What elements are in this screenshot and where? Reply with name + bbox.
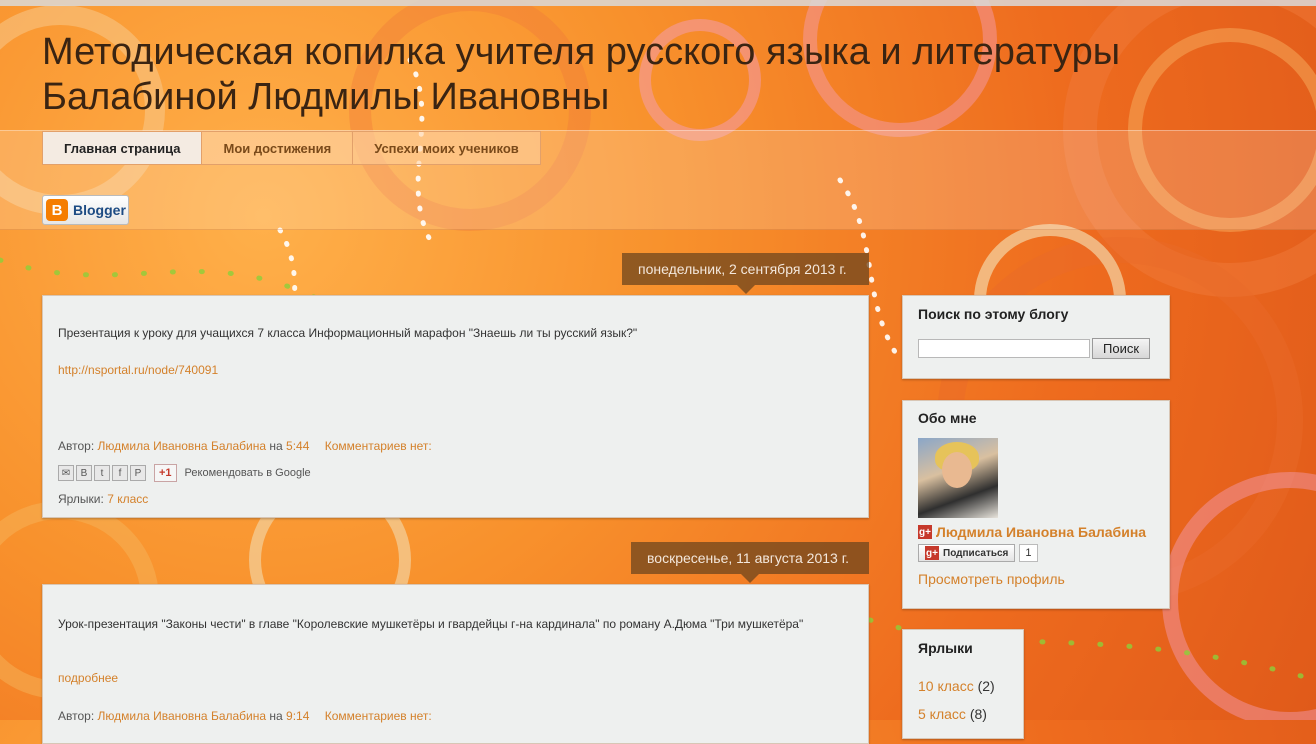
google-plus-icon: g+ bbox=[918, 525, 932, 539]
blog-post: Урок-презентация "Законы чести" в главе … bbox=[42, 584, 869, 744]
view-profile-link[interactable]: Просмотреть профиль bbox=[918, 571, 1065, 587]
author-prefix: Автор: bbox=[58, 439, 95, 453]
profile-name-link[interactable]: Людмила Ивановна Балабина bbox=[936, 524, 1146, 540]
post-body: Урок-презентация "Законы чести" в главе … bbox=[58, 617, 804, 631]
post-link[interactable]: http://nsportal.ru/node/740091 bbox=[58, 363, 218, 377]
subscribe-label: Подписаться bbox=[943, 547, 1009, 559]
time-prefix: на bbox=[269, 709, 283, 723]
subscribe-button[interactable]: g+ Подписаться bbox=[918, 544, 1016, 562]
post-time-link[interactable]: 5:44 bbox=[286, 439, 309, 453]
search-button[interactable]: Поиск bbox=[1092, 338, 1151, 359]
post-footer: Автор: Людмила Ивановна Балабина на 9:14… bbox=[58, 709, 432, 723]
email-icon[interactable]: ✉ bbox=[58, 465, 74, 481]
blogger-icon: B bbox=[46, 199, 68, 221]
blogger-icon[interactable]: B bbox=[76, 465, 92, 481]
profile-photo-face bbox=[942, 452, 972, 488]
about-me-widget: Обо мне g+ Людмила Ивановна Балабина g+ … bbox=[902, 400, 1170, 609]
blog-post: Презентация к уроку для учащихся 7 класс… bbox=[42, 295, 869, 518]
pinterest-icon[interactable]: P bbox=[130, 465, 146, 481]
blog-title-line1[interactable]: Методическая копилка учителя русского яз… bbox=[42, 31, 1120, 73]
author-prefix: Автор: bbox=[58, 709, 95, 723]
label-link[interactable]: 7 класс bbox=[107, 492, 148, 506]
blogger-badge[interactable]: B Blogger bbox=[42, 195, 129, 225]
blog-title-line2[interactable]: Балабиной Людмилы Ивановны bbox=[42, 76, 609, 118]
tab-home[interactable]: Главная страница bbox=[42, 131, 203, 165]
author-link[interactable]: Людмила Ивановна Балабина bbox=[98, 709, 267, 723]
about-widget-title: Обо мне bbox=[918, 410, 977, 426]
page-tabs: Главная страница Мои достижения Успехи м… bbox=[42, 131, 541, 165]
post-date-header: понедельник, 2 сентября 2013 г. bbox=[622, 253, 869, 294]
post-link[interactable]: подробнее bbox=[58, 671, 118, 685]
time-prefix: на bbox=[269, 439, 283, 453]
post-footer: Автор: Людмила Ивановна Балабина на 5:44… bbox=[58, 439, 432, 453]
gplus-subscribe: g+ Подписаться 1 bbox=[918, 544, 1154, 562]
label-count: (2) bbox=[977, 678, 995, 694]
post-labels: Ярлыки: 7 класс bbox=[58, 492, 148, 506]
search-widget: Поиск по этому блогу Поиск bbox=[902, 295, 1170, 379]
labels-widget-title: Ярлыки bbox=[918, 640, 973, 656]
search-form: Поиск bbox=[918, 338, 1154, 359]
post-date-header: воскресенье, 11 августа 2013 г. bbox=[631, 542, 869, 583]
profile-link-row: Просмотреть профиль bbox=[918, 571, 1154, 589]
recommend-text: Рекомендовать в Google bbox=[184, 467, 311, 479]
post-time-link[interactable]: 9:14 bbox=[286, 709, 309, 723]
post-body: Презентация к уроку для учащихся 7 класс… bbox=[58, 326, 638, 340]
post-date: воскресенье, 11 августа 2013 г. bbox=[647, 550, 849, 566]
label-item: 10 класс (2) bbox=[918, 678, 1008, 694]
blog-title[interactable]: Методическая копилка учителя русского яз… bbox=[42, 30, 1222, 120]
top-navbar-strip bbox=[0, 0, 1316, 6]
labels-prefix: Ярлыки: bbox=[58, 492, 104, 506]
subscriber-count: 1 bbox=[1019, 544, 1038, 562]
twitter-icon[interactable]: t bbox=[94, 465, 110, 481]
tab-student-success[interactable]: Успехи моих учеников bbox=[353, 131, 541, 165]
profile-name-row: g+ Людмила Ивановна Балабина bbox=[918, 524, 1154, 540]
gplus-one-label: +1 bbox=[159, 467, 172, 479]
post-date: понедельник, 2 сентября 2013 г. bbox=[638, 261, 847, 277]
search-input[interactable] bbox=[918, 339, 1090, 358]
profile-photo[interactable] bbox=[918, 438, 998, 518]
label-link[interactable]: 10 класс bbox=[918, 678, 974, 694]
date-arrow bbox=[736, 285, 755, 294]
comments-link[interactable]: Комментариев нет: bbox=[325, 709, 432, 723]
date-arrow bbox=[741, 574, 759, 583]
share-buttons: ✉ B t f P +1 Рекомендовать в Google bbox=[58, 464, 311, 482]
tab-achievements[interactable]: Мои достижения bbox=[202, 131, 354, 165]
labels-widget: Ярлыки 10 класс (2) 5 класс (8) bbox=[902, 629, 1024, 739]
author-link[interactable]: Людмила Ивановна Балабина bbox=[98, 439, 267, 453]
blogger-badge-label: Blogger bbox=[73, 202, 126, 218]
search-widget-title: Поиск по этому блогу bbox=[918, 306, 1069, 322]
comments-link[interactable]: Комментариев нет: bbox=[325, 439, 432, 453]
gplus-one-button[interactable]: +1 bbox=[154, 464, 177, 482]
google-plus-icon: g+ bbox=[925, 546, 939, 560]
facebook-icon[interactable]: f bbox=[112, 465, 128, 481]
